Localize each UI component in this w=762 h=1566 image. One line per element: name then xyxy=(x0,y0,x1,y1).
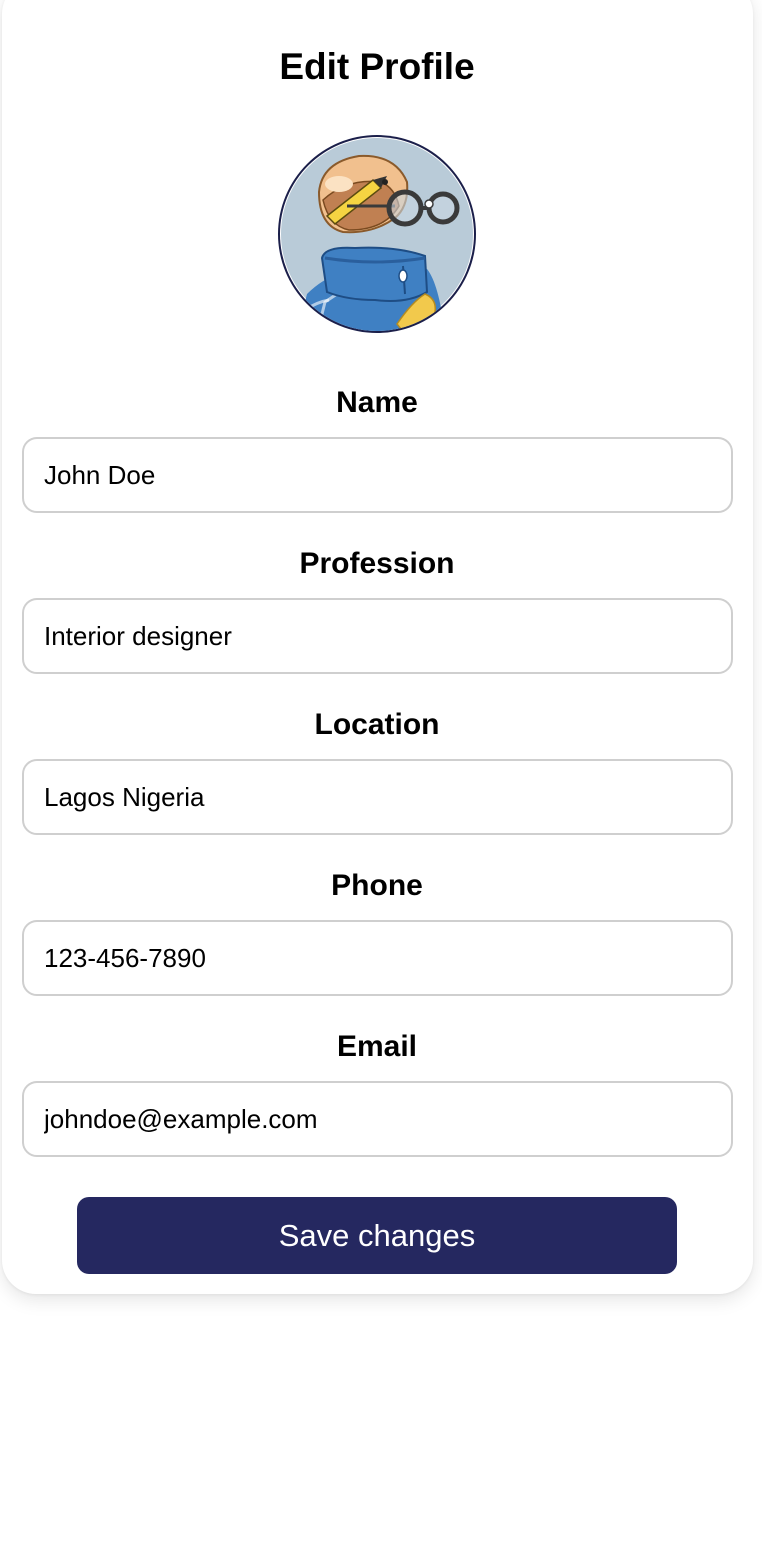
phone-input[interactable] xyxy=(22,920,733,996)
profession-label: Profession xyxy=(299,547,455,580)
email-label: Email xyxy=(336,1030,418,1063)
phone-label: Phone xyxy=(331,869,423,902)
location-label: Location xyxy=(314,708,440,741)
profession-input[interactable] xyxy=(22,598,733,674)
email-input[interactable] xyxy=(22,1081,733,1157)
page-title: Edit Profile xyxy=(279,46,475,87)
avatar-illustration-icon xyxy=(278,135,476,333)
name-label: Name xyxy=(336,386,418,419)
location-input[interactable] xyxy=(22,759,733,835)
name-input[interactable] xyxy=(22,437,733,513)
save-changes-button[interactable]: Save changes xyxy=(77,1197,677,1274)
avatar[interactable] xyxy=(277,134,477,334)
